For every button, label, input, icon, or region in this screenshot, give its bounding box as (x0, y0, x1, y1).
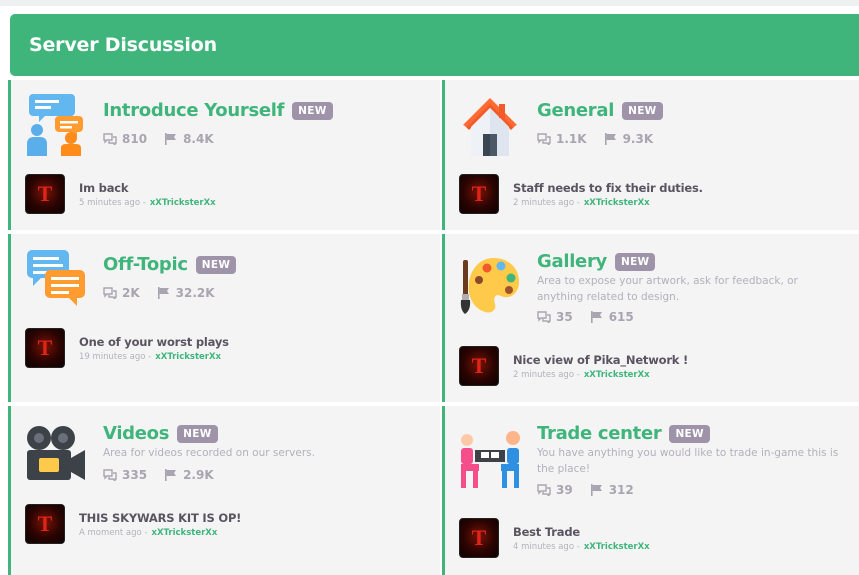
posts-flag-icon (590, 484, 602, 496)
new-badge: NEW (195, 255, 237, 274)
forum-card-introduce-yourself: Introduce Yourself NEW 810 8.4K T Im bac… (8, 80, 440, 230)
new-badge: NEW (614, 252, 656, 271)
thread-count: 1.1K (556, 132, 587, 146)
new-badge: NEW (292, 101, 333, 120)
latest-post-title[interactable]: Im back (79, 181, 216, 195)
forum-stats: 2K 32.2K (103, 286, 232, 300)
avatar[interactable]: T (459, 346, 499, 386)
threads-icon (537, 484, 551, 496)
latest-post-time: 2 minutes ago (513, 369, 575, 380)
latest-post-time: A moment ago (79, 527, 142, 538)
threads-icon (103, 287, 117, 299)
forum-stats: 35 615 (537, 310, 651, 324)
forum-title[interactable]: Trade center (537, 423, 662, 444)
meta-separator: - (576, 369, 580, 380)
top-strip (0, 0, 859, 6)
new-badge: NEW (622, 101, 663, 120)
post-count: 9.3K (622, 132, 654, 146)
threads-icon (103, 133, 117, 145)
avatar[interactable]: T (25, 504, 65, 544)
thread-count: 2K (122, 286, 140, 300)
latest-post-user[interactable]: xXTricksterXx (584, 370, 650, 380)
post-count: 32.2K (175, 286, 215, 300)
latest-post: T Best Trade 4 minutes ago - xXTricksterX… (459, 518, 650, 558)
category-header: Server Discussion (10, 14, 859, 76)
forum-stats: 335 2.9K (103, 468, 231, 482)
threads-icon (103, 469, 117, 481)
latest-post-title[interactable]: Staff needs to fix their duties. (513, 181, 703, 195)
forum-title[interactable]: Introduce Yourself (103, 100, 284, 121)
forum-title[interactable]: Gallery (537, 251, 607, 272)
latest-post-user[interactable]: xXTricksterXx (155, 352, 221, 362)
latest-post-user[interactable]: xXTricksterXx (584, 542, 650, 552)
posts-flag-icon (157, 287, 169, 299)
threads-icon (537, 311, 551, 323)
forum-title[interactable]: Videos (103, 423, 169, 444)
video-camera-icon (27, 426, 85, 480)
avatar[interactable]: T (459, 518, 499, 558)
posts-flag-icon (604, 133, 616, 145)
latest-post-time: 5 minutes ago (79, 197, 141, 208)
chat-bubbles-icon (27, 250, 85, 306)
forum-stats: 39 312 (537, 483, 651, 497)
thread-count: 35 (556, 310, 573, 324)
latest-post-time: 19 minutes ago (79, 351, 146, 362)
post-count: 312 (608, 483, 634, 497)
forum-title[interactable]: General (537, 100, 614, 121)
forum-description: You have anything you would like to trad… (537, 447, 839, 475)
forum-card-general: General NEW 1.1K 9.3K T Staff needs to f… (442, 80, 859, 230)
meta-separator: - (576, 197, 580, 208)
avatar[interactable]: T (459, 174, 499, 214)
latest-post-title[interactable]: Best Trade (513, 525, 650, 539)
house-icon (463, 98, 517, 156)
latest-post-title[interactable]: One of your worst plays (79, 335, 229, 349)
latest-post-time: 2 minutes ago (513, 197, 575, 208)
forum-card-off-topic: Off-Topic NEW 2K 32.2K T One of your wor… (8, 234, 440, 402)
category-title: Server Discussion (29, 34, 217, 56)
latest-post-user[interactable]: xXTricksterXx (584, 198, 650, 208)
latest-post: T THIS SKYWARS KIT IS OP! A moment ago -… (25, 504, 241, 544)
latest-post-time: 4 minutes ago (513, 541, 575, 552)
new-badge: NEW (177, 424, 218, 443)
meta-separator: - (148, 351, 152, 362)
thread-count: 39 (556, 483, 573, 497)
post-count: 615 (608, 310, 634, 324)
paint-palette-icon (460, 258, 519, 314)
forum-card-trade-center: Trade center NEW You have anything you w… (442, 406, 859, 575)
posts-flag-icon (590, 311, 602, 323)
posts-flag-icon (165, 133, 177, 145)
forum-title[interactable]: Off-Topic (103, 254, 188, 275)
forum-description: Area to expose your artwork, ask for fee… (537, 275, 798, 303)
post-count: 8.4K (183, 132, 214, 146)
post-count: 2.9K (183, 468, 214, 482)
forum-description: Area for videos recorded on our servers. (103, 447, 315, 459)
people-chat-icon (27, 94, 83, 156)
latest-post-title[interactable]: THIS SKYWARS KIT IS OP! (79, 511, 241, 525)
meta-separator: - (576, 541, 580, 552)
avatar[interactable]: T (25, 174, 65, 214)
latest-post-user[interactable]: xXTricksterXx (152, 528, 218, 538)
avatar[interactable]: T (25, 328, 65, 368)
forum-stats: 1.1K 9.3K (537, 132, 670, 146)
latest-post: T Staff needs to fix their duties. 2 min… (459, 174, 703, 214)
meta-separator: - (144, 527, 148, 538)
latest-post: T One of your worst plays 19 minutes ago… (25, 328, 229, 368)
new-badge: NEW (669, 424, 710, 443)
forum-card-videos: Videos NEW Area for videos recorded on o… (8, 406, 440, 575)
latest-post-title[interactable]: Nice view of Pika_Network ! (513, 353, 688, 367)
forum-stats: 810 8.4K (103, 132, 231, 146)
latest-post-user[interactable]: xXTricksterXx (150, 198, 216, 208)
forum-card-gallery: Gallery NEW Area to expose your artwork,… (442, 234, 859, 402)
thread-count: 335 (122, 468, 148, 482)
latest-post: T Im back 5 minutes ago - xXTricksterXx (25, 174, 216, 214)
latest-post: T Nice view of Pika_Network ! 2 minutes … (459, 346, 688, 386)
meta-separator: - (142, 197, 146, 208)
thread-count: 810 (122, 132, 148, 146)
trade-people-icon (461, 431, 520, 488)
posts-flag-icon (165, 469, 177, 481)
threads-icon (537, 133, 551, 145)
